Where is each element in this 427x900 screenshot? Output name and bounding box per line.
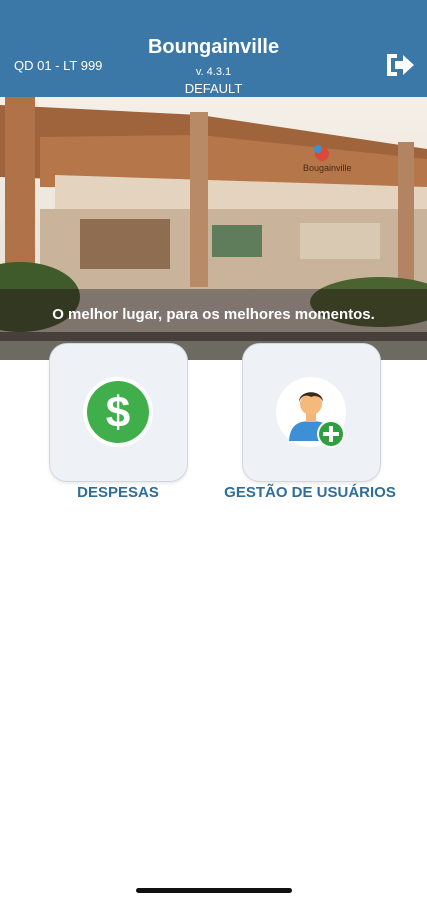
home-indicator[interactable]	[136, 888, 292, 893]
gestao-usuarios-label[interactable]: GESTÃO DE USUÁRIOS	[205, 484, 415, 501]
condominium-banner: Bougainville O melhor lugar, para os mel…	[0, 97, 427, 360]
add-user-icon	[276, 377, 346, 448]
dollar-icon: $	[83, 377, 153, 447]
svg-text:$: $	[106, 388, 130, 437]
app-version: v. 4.3.1	[195, 66, 232, 78]
profile-label: DEFAULT	[184, 81, 243, 96]
app-header: QD 01 - LT 999 Boungainville v. 4.3.1 DE…	[0, 0, 427, 97]
logout-button[interactable]	[384, 50, 416, 80]
gestao-usuarios-tile[interactable]	[242, 343, 381, 482]
despesas-label[interactable]: DESPESAS	[40, 484, 196, 501]
app-title: Boungainville	[147, 36, 280, 58]
despesas-tile[interactable]: $	[49, 343, 188, 482]
logout-icon	[387, 54, 414, 76]
banner-sign-text: Bougainville	[303, 163, 352, 173]
banner-tagline: O melhor lugar, para os melhores momento…	[52, 306, 375, 323]
tagline-overlay: O melhor lugar, para os melhores momento…	[0, 289, 427, 341]
